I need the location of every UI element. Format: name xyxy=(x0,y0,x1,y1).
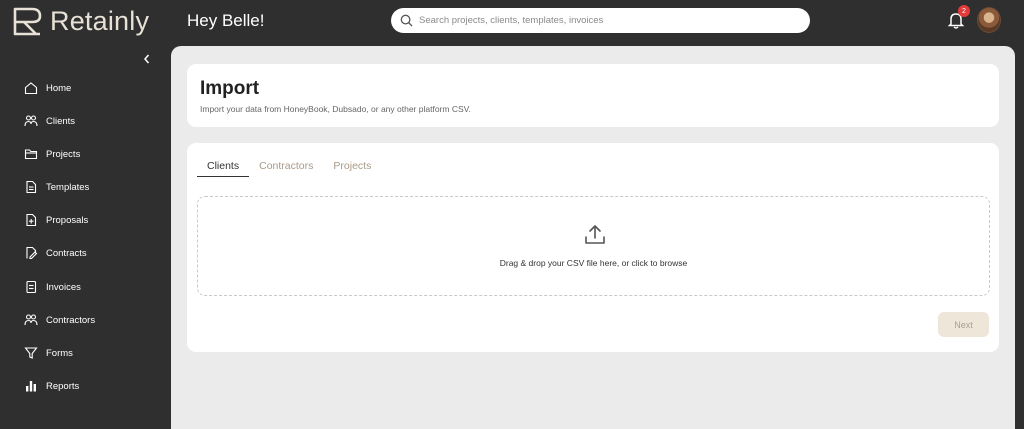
receipt-icon xyxy=(26,280,37,294)
sidebar-item-label: Clients xyxy=(46,115,76,127)
bar-chart-icon xyxy=(26,381,36,392)
sidebar-item-contracts[interactable]: Contracts xyxy=(24,243,164,263)
file-plus-icon xyxy=(26,213,37,227)
file-signature-icon xyxy=(26,246,38,260)
file-text-icon xyxy=(26,180,37,194)
sidebar-item-invoices[interactable]: Invoices xyxy=(24,277,164,297)
sidebar-item-label: Reports xyxy=(46,380,80,392)
users-icon xyxy=(24,314,38,326)
search-input[interactable] xyxy=(419,15,799,26)
page-subtitle: Import your data from HoneyBook, Dubsado… xyxy=(200,104,471,114)
sidebar-item-home[interactable]: Home xyxy=(24,78,164,98)
users-icon xyxy=(24,115,38,127)
top-bar: Retainly Hey Belle! 2 xyxy=(0,0,1024,44)
sidebar-item-label: Forms xyxy=(46,347,73,359)
avatar[interactable] xyxy=(977,7,1001,33)
greeting: Hey Belle! xyxy=(187,11,265,30)
sidebar-item-label: Invoices xyxy=(46,281,81,293)
sidebar-item-proposals[interactable]: Proposals xyxy=(24,210,164,230)
next-button[interactable]: Next xyxy=(938,312,989,337)
retainly-logo-icon xyxy=(13,7,42,36)
sidebar-item-templates[interactable]: Templates xyxy=(24,177,164,197)
import-card: Clients Contractors Projects Drag & drop… xyxy=(187,143,999,352)
sidebar-item-label: Contractors xyxy=(46,314,96,326)
sidebar: Home Clients Projects Templates Proposal… xyxy=(0,44,171,429)
sidebar-item-label: Projects xyxy=(46,148,81,160)
home-icon xyxy=(24,82,38,95)
sidebar-item-clients[interactable]: Clients xyxy=(24,111,164,131)
page-header-card: Import Import your data from HoneyBook, … xyxy=(187,64,999,127)
sidebar-item-label: Contracts xyxy=(46,247,87,259)
tab-contractors[interactable]: Contractors xyxy=(249,159,323,177)
folder-icon xyxy=(24,149,38,160)
logo-text: Retainly xyxy=(50,5,150,36)
search-bar[interactable] xyxy=(391,8,810,33)
sidebar-item-label: Templates xyxy=(46,181,90,193)
upload-icon xyxy=(585,225,605,244)
sidebar-item-contractors[interactable]: Contractors xyxy=(24,310,164,330)
page-title: Import xyxy=(200,78,260,99)
notification-badge: 2 xyxy=(958,5,970,17)
search-icon xyxy=(400,14,413,27)
sidebar-item-label: Home xyxy=(46,82,72,94)
sidebar-item-projects[interactable]: Projects xyxy=(24,144,164,164)
sidebar-item-label: Proposals xyxy=(46,214,89,226)
csv-dropzone[interactable]: Drag & drop your CSV file here, or click… xyxy=(197,196,990,296)
sidebar-item-forms[interactable]: Forms xyxy=(24,343,164,363)
tab-clients[interactable]: Clients xyxy=(197,159,250,177)
funnel-icon xyxy=(24,347,38,359)
sidebar-item-reports[interactable]: Reports xyxy=(24,376,164,396)
dropzone-text: Drag & drop your CSV file here, or click… xyxy=(499,258,688,268)
tab-projects[interactable]: Projects xyxy=(323,159,381,177)
chevron-left-icon[interactable] xyxy=(141,53,153,65)
import-tabs: Clients Contractors Projects xyxy=(197,159,381,177)
main-content: Import Import your data from HoneyBook, … xyxy=(171,46,1015,429)
logo[interactable]: Retainly xyxy=(12,5,149,37)
